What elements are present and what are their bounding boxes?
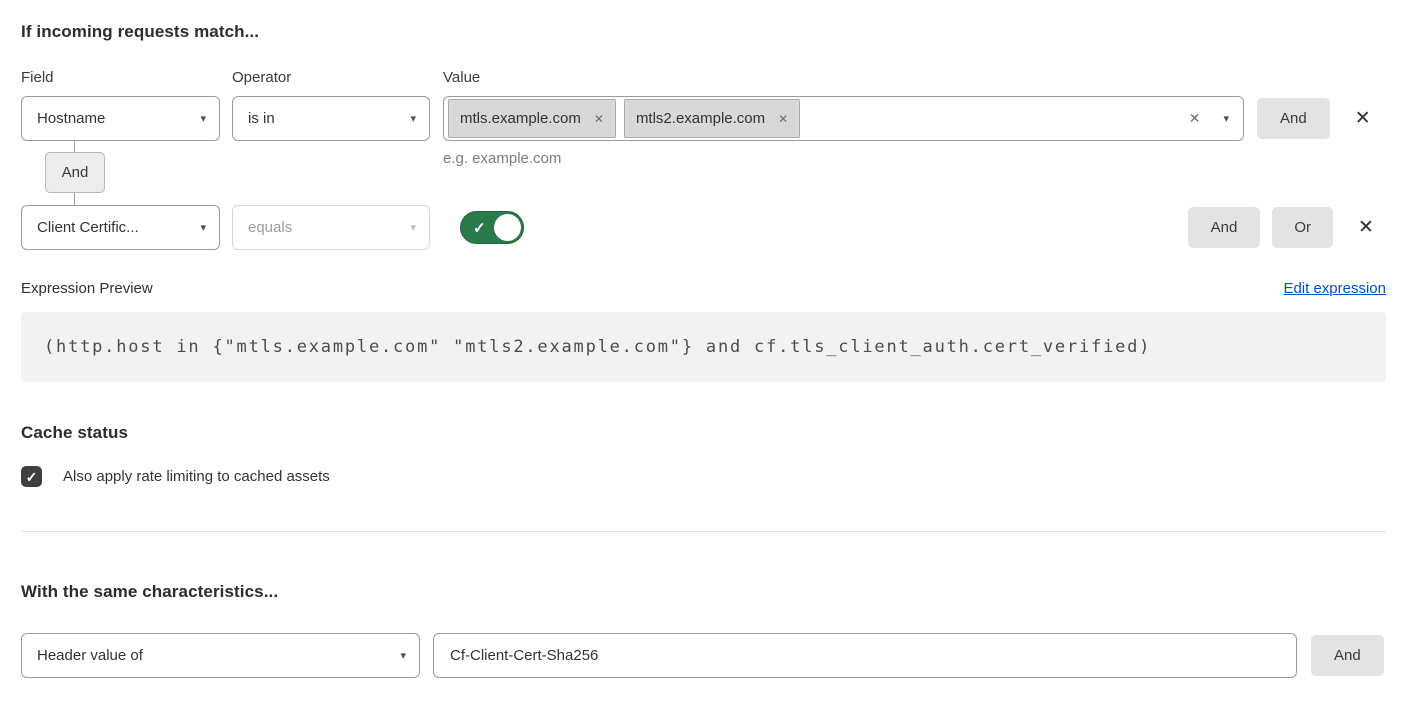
add-characteristic-button[interactable]: And (1311, 635, 1384, 676)
cache-status-title: Cache status (21, 423, 1386, 443)
value-tag: mtls2.example.com ✕ (624, 99, 800, 138)
field-select[interactable]: Client Certific... ▾ (21, 205, 220, 250)
operator-column-label: Operator (232, 69, 443, 86)
value-helper-text: e.g. example.com (443, 150, 561, 167)
characteristic-select[interactable]: Header value of ▾ (21, 633, 420, 678)
field-column-label: Field (21, 69, 232, 86)
add-and-condition-button[interactable]: And (1257, 98, 1330, 139)
cached-assets-checkbox[interactable]: ✓ (21, 466, 42, 487)
remove-tag-icon[interactable]: ✕ (778, 112, 788, 126)
remove-condition-icon[interactable]: ✕ (1351, 109, 1375, 128)
rate-limiting-rule-form: If incoming requests match... Field Oper… (0, 0, 1420, 720)
expression-preview-label: Expression Preview (21, 280, 153, 297)
operator-select-value: is in (248, 110, 275, 127)
characteristic-select-value: Header value of (37, 647, 143, 664)
chevron-down-icon: ▾ (200, 112, 206, 125)
operator-select[interactable]: is in ▾ (232, 96, 430, 141)
cert-verified-toggle[interactable]: ✓ (460, 211, 524, 244)
toggle-knob (494, 214, 521, 241)
operator-select-disabled: equals ▾ (232, 205, 430, 250)
chevron-down-icon: ▾ (410, 221, 416, 234)
add-and-condition-button[interactable]: And (1188, 207, 1261, 248)
header-name-input[interactable] (433, 633, 1297, 678)
check-icon: ✓ (26, 470, 38, 484)
chevron-down-icon: ▾ (200, 221, 206, 234)
remove-tag-icon[interactable]: ✕ (594, 112, 604, 126)
remove-condition-icon[interactable]: ✕ (1354, 218, 1378, 237)
characteristic-row: Header value of ▾ And (21, 633, 1386, 678)
cached-assets-checkbox-label: Also apply rate limiting to cached asset… (63, 468, 330, 485)
value-column-label: Value (443, 69, 480, 86)
condition-connector: And e.g. example.com (21, 141, 1386, 205)
expression-preview-section: Expression Preview Edit expression (http… (21, 280, 1386, 382)
field-select[interactable]: Hostname ▾ (21, 96, 220, 141)
chevron-down-icon: ▾ (410, 112, 416, 125)
expression-code: (http.host in {"mtls.example.com" "mtls2… (21, 312, 1386, 382)
cache-status-section: Cache status ✓ Also apply rate limiting … (21, 423, 1386, 487)
check-icon: ✓ (473, 219, 486, 237)
cached-assets-option: ✓ Also apply rate limiting to cached ass… (21, 466, 1386, 487)
condition-row-1: Hostname ▾ is in ▾ mtls.example.com ✕ mt… (21, 96, 1378, 141)
connector-and-chip[interactable]: And (45, 152, 105, 193)
value-tag-text: mtls.example.com (460, 110, 581, 127)
value-tag: mtls.example.com ✕ (448, 99, 616, 138)
chevron-down-icon[interactable]: ▾ (1223, 112, 1229, 125)
match-section: If incoming requests match... Field Oper… (21, 22, 1386, 250)
field-select-value: Hostname (37, 110, 105, 127)
section-divider (21, 531, 1386, 532)
characteristics-title: With the same characteristics... (21, 582, 1386, 602)
edit-expression-link[interactable]: Edit expression (1283, 280, 1386, 297)
chevron-down-icon: ▾ (400, 649, 406, 662)
clear-values-icon[interactable]: ✕ (1189, 110, 1201, 127)
value-multiselect[interactable]: mtls.example.com ✕ mtls2.example.com ✕ ✕… (443, 96, 1244, 141)
condition-row-2: Client Certific... ▾ equals ▾ ✓ And Or ✕ (21, 205, 1378, 250)
value-tag-text: mtls2.example.com (636, 110, 765, 127)
field-select-value: Client Certific... (37, 219, 139, 236)
column-labels: Field Operator Value (21, 69, 1386, 86)
characteristics-section: With the same characteristics... Header … (21, 582, 1386, 678)
add-or-condition-button[interactable]: Or (1272, 207, 1333, 248)
match-section-title: If incoming requests match... (21, 22, 1386, 42)
operator-select-value: equals (248, 219, 292, 236)
